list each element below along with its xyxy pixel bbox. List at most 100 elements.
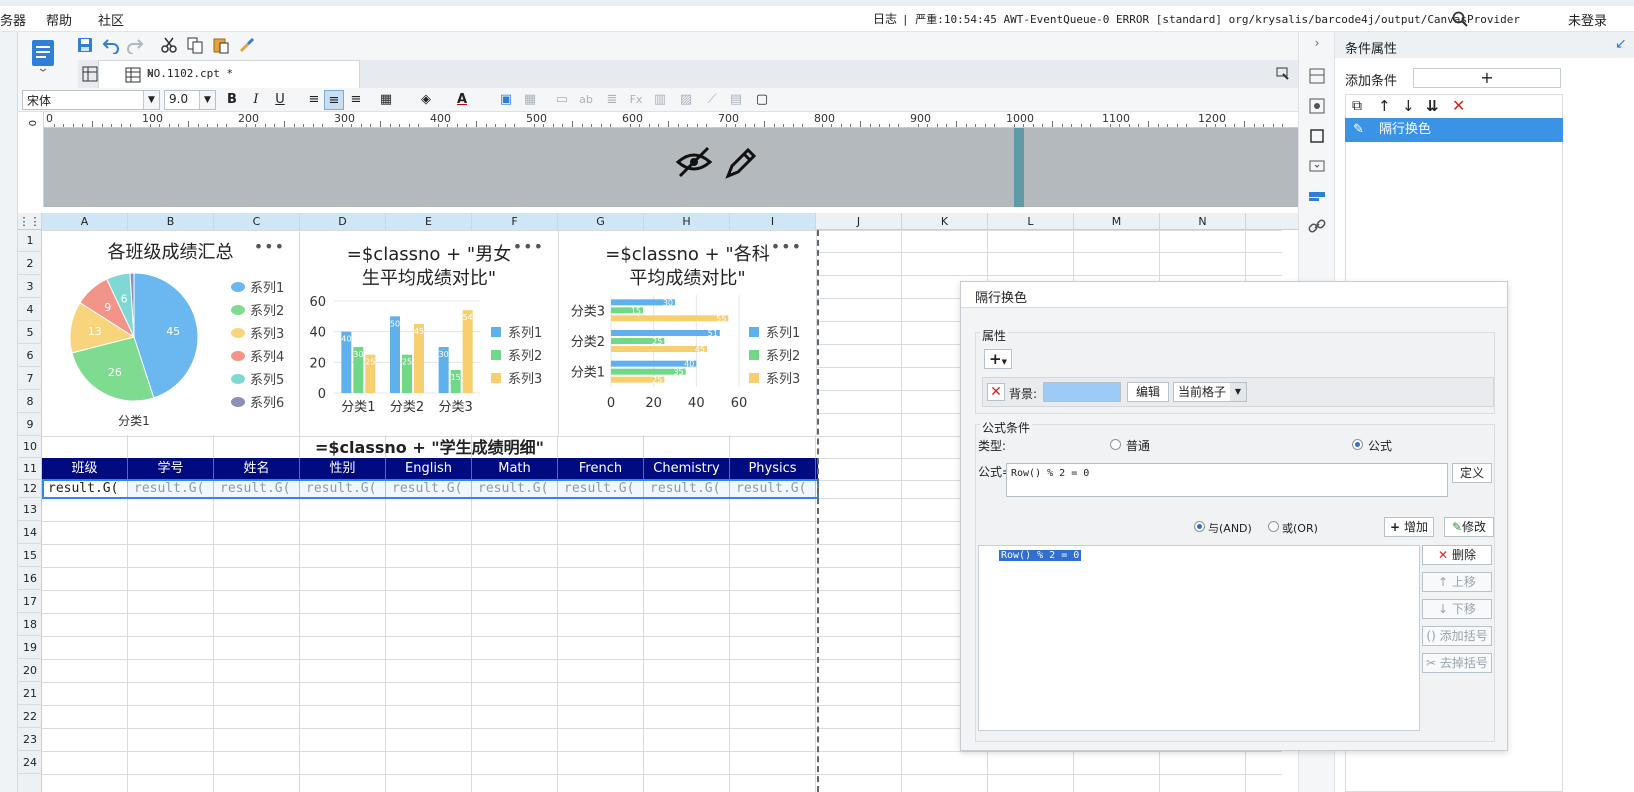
move-up-button[interactable]: ↑ 上移 (1422, 572, 1492, 592)
or-label[interactable]: 或(OR) (1282, 520, 1318, 536)
expression-item[interactable]: Row() % 2 = 0 (999, 550, 1082, 561)
type-normal-label[interactable]: 普通 (1126, 437, 1150, 454)
row-header-3[interactable]: 3 (18, 275, 42, 298)
column-header-e[interactable]: E (386, 213, 472, 230)
row-header-24[interactable]: 24 (18, 751, 42, 774)
row-header-1[interactable]: 1 (18, 230, 42, 252)
font-family-select[interactable]: 宋体 ▼ (22, 90, 160, 110)
row-header-10[interactable]: 10 (18, 436, 42, 458)
merge-cells-icon[interactable]: ▦ (520, 90, 540, 110)
row-header-22[interactable]: 22 (18, 705, 42, 728)
column-header-m[interactable]: M (1074, 213, 1160, 230)
dropdown-widget-icon[interactable] (1307, 156, 1327, 176)
column-header-a[interactable]: A (42, 213, 128, 230)
row-header-23[interactable]: 23 (18, 728, 42, 751)
header-cell[interactable]: French (558, 458, 644, 479)
add-attribute-button[interactable]: +▼ (984, 349, 1012, 369)
chart1-more-icon[interactable]: ••• (254, 237, 285, 256)
and-label[interactable]: 与(AND) (1208, 520, 1252, 536)
add-condition-btn[interactable]: + 增加 (1384, 517, 1434, 537)
column-header-l[interactable]: L (988, 213, 1074, 230)
row-header-8[interactable]: 8 (18, 390, 42, 413)
delete-expr-button[interactable]: ✕ 删除 (1422, 545, 1492, 565)
cell-attr-icon[interactable] (1307, 66, 1327, 86)
insert-chart-icon[interactable]: ▥ (650, 90, 670, 110)
underline-button[interactable]: U (270, 90, 290, 110)
widget-icon[interactable] (1307, 96, 1327, 116)
insert-image-icon[interactable]: ▣ (496, 90, 516, 110)
select-all-corner[interactable]: ⋮⋮ (18, 213, 42, 230)
format-painter-icon[interactable] (238, 36, 256, 54)
cut-icon[interactable] (160, 36, 178, 54)
row-header-14[interactable]: 14 (18, 521, 42, 544)
paste-icon[interactable] (212, 36, 230, 54)
row-header-4[interactable]: 4 (18, 298, 42, 321)
pin-icon[interactable]: ↙ (1615, 36, 1627, 52)
insert-image2-icon[interactable]: ▨ (676, 90, 696, 110)
row-header-18[interactable]: 18 (18, 613, 42, 636)
row-header-12[interactable]: 12 (18, 480, 42, 498)
hide-icon[interactable] (675, 146, 713, 178)
frame-icon[interactable] (1307, 126, 1327, 146)
search-icon[interactable] (1452, 11, 1468, 27)
header-cell[interactable]: 姓名 (214, 458, 300, 479)
tab-close-icon[interactable]: × (147, 67, 353, 80)
move-up-icon[interactable]: ↑ (1378, 97, 1391, 115)
text-ab-icon[interactable]: ab (576, 90, 596, 110)
log-label[interactable]: 日志 (873, 10, 897, 27)
delete-cond-icon[interactable]: ✕ (1452, 96, 1465, 115)
formula-icon[interactable]: Fx (626, 90, 646, 110)
bg-color-swatch[interactable] (1043, 382, 1121, 402)
edit-bg-button[interactable]: 编辑 (1127, 382, 1169, 402)
menu-help[interactable]: 帮助 (46, 10, 72, 29)
grid-view-icon[interactable] (82, 66, 98, 82)
align-right-icon[interactable]: ≡ (346, 90, 366, 110)
row-header-17[interactable]: 17 (18, 590, 42, 613)
add-bracket-button[interactable]: () 添加括号 (1422, 626, 1492, 646)
bar-chart[interactable]: =$classno + "各科平均成绩对比" ••• 0 20 40 60 40 35 25… (559, 231, 817, 435)
edit-pencil-icon[interactable] (725, 147, 757, 179)
header-cell[interactable]: Math (472, 458, 558, 479)
pie-chart[interactable]: 各班级成绩汇总 ••• 45 26 13 9 6 分类1 系列1 系列2 系列3 系列4 系列5 系列… (42, 231, 300, 435)
and-radio[interactable] (1194, 521, 1205, 532)
template-icon[interactable] (30, 38, 56, 72)
or-radio[interactable] (1268, 521, 1279, 532)
type-formula-radio[interactable] (1352, 439, 1363, 450)
column-header-d[interactable]: D (300, 213, 386, 230)
undo-icon[interactable] (102, 36, 120, 54)
row-header-11[interactable]: 11 (18, 458, 42, 480)
add-condition-button[interactable]: + (1413, 68, 1561, 88)
column-header-c[interactable]: C (214, 213, 300, 230)
menu-server[interactable]: 务器 (0, 10, 26, 29)
move-down-icon[interactable]: ↓ (1402, 97, 1415, 115)
subreport-icon[interactable]: ▤ (726, 90, 746, 110)
copy-icon[interactable] (186, 36, 204, 54)
fill-color-icon[interactable]: ◈ (416, 90, 436, 110)
paragraph-icon[interactable]: ≣ (602, 90, 622, 110)
header-cell[interactable]: 性别 (300, 458, 386, 479)
header-cell[interactable]: Physics (730, 458, 816, 479)
column-header-g[interactable]: G (558, 213, 644, 230)
chart3-more-icon[interactable]: ••• (771, 237, 802, 256)
tab-no1102[interactable]: NO.1102.cpt * × (98, 60, 360, 88)
header-cell[interactable]: Chemistry (644, 458, 730, 479)
text-icon[interactable]: ▭ (552, 90, 572, 110)
column-header-f[interactable]: F (472, 213, 558, 230)
formula-input[interactable]: Row() % 2 = 0 (1006, 463, 1448, 497)
define-button[interactable]: 定义 (1452, 463, 1492, 483)
italic-button[interactable]: I (246, 90, 266, 110)
login-link[interactable]: 未登录 (1568, 10, 1607, 29)
column-header-i[interactable]: I (730, 213, 816, 230)
column-chart[interactable]: =$classno + "男女生平均成绩对比" ••• 0 20 40 60 40 30 2… (300, 231, 559, 435)
move-bottom-icon[interactable]: ⇊ (1426, 97, 1439, 115)
type-formula-label[interactable]: 公式 (1368, 437, 1392, 454)
align-center-icon[interactable]: ≡ (324, 90, 344, 110)
row-header-9[interactable]: 9 (18, 413, 42, 436)
column-header-j[interactable]: J (816, 213, 902, 230)
condition-item-selected[interactable]: ✎ 隔行换色 (1345, 118, 1563, 142)
redo-icon[interactable] (126, 36, 144, 54)
condition-expression-list[interactable]: Row() % 2 = 0 (978, 545, 1420, 731)
copy-cond-icon[interactable]: ⧉ (1352, 98, 1362, 114)
hyperlink-icon[interactable] (1307, 216, 1327, 236)
border-icon[interactable]: ▦ (376, 90, 396, 110)
